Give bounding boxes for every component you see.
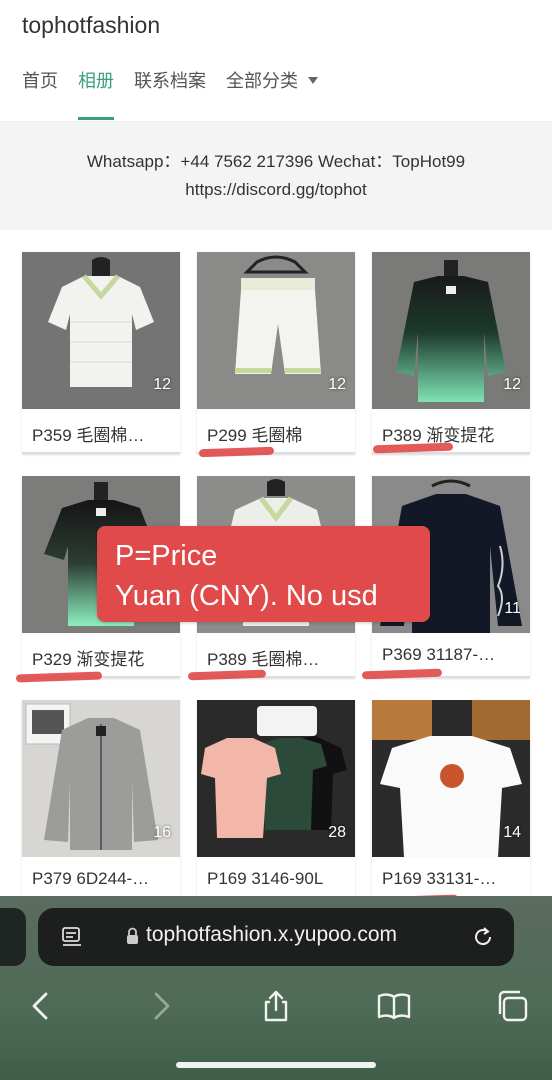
tabs-icon[interactable]	[494, 988, 530, 1024]
home-indicator[interactable]	[176, 1062, 376, 1068]
price-note-overlay: P=Price Yuan (CNY). No usd	[97, 526, 430, 622]
caret-down-icon	[308, 77, 318, 84]
contact-line-phone: Whatsapp：+44 7562 217396 Wechat：TopHot99	[86, 152, 466, 171]
album-caption: P359 毛圈棉…	[22, 409, 180, 454]
site-title[interactable]: tophotfashion	[22, 12, 160, 39]
contact-info: Whatsapp：+44 7562 217396 Wechat：TopHot99…	[0, 122, 552, 230]
album-thumbnail-gradient-shirt: 12	[372, 252, 530, 409]
album-photo-count: 12	[153, 376, 171, 393]
annotation-underline	[187, 669, 267, 681]
nav-bar: 首页 相册 联系档案 全部分类	[22, 66, 318, 120]
album-caption: P299 毛圈棉	[197, 409, 355, 454]
price-note-line2: Yuan (CNY). No usd	[115, 580, 378, 612]
album-card[interactable]: 12 P389 渐变提花	[372, 252, 530, 454]
reader-icon[interactable]	[60, 925, 84, 949]
album-thumbnail-grey-jacket: 16	[22, 700, 180, 857]
album-card[interactable]: 12 P359 毛圈棉…	[22, 252, 180, 454]
album-photo-count: 11	[504, 600, 521, 617]
album-thumbnail-white-tee: 14	[372, 700, 530, 857]
album-card[interactable]: 28 P169 3146-90L	[197, 700, 355, 902]
nav-item-categories[interactable]: 全部分类	[226, 66, 318, 120]
album-caption: P329 渐变提花	[22, 633, 180, 678]
album-photo-count: 14	[503, 824, 521, 841]
annotation-underline	[15, 671, 103, 683]
album-photo-count: 12	[328, 376, 346, 393]
browser-toolbar	[0, 980, 552, 1040]
album-card[interactable]: 12 P299 毛圈棉	[197, 252, 355, 454]
nav-item-contact[interactable]: 联系档案	[134, 66, 206, 120]
contact-line-discord[interactable]: https://discord.gg/tophot	[0, 176, 552, 204]
album-photo-count: 12	[503, 376, 521, 393]
url-text[interactable]: tophotfashion.x.yupoo.com	[146, 923, 397, 947]
address-bar[interactable]: tophotfashion.x.yupoo.com	[38, 908, 514, 966]
price-note-line1: P=Price	[115, 540, 218, 572]
album-card[interactable]: 14 P169 33131-…	[372, 700, 530, 902]
site-header: tophotfashion 首页 相册 联系档案 全部分类	[0, 0, 552, 122]
album-thumbnail-shorts-white: 12	[197, 252, 355, 409]
bookmarks-icon[interactable]	[376, 988, 412, 1024]
reload-icon[interactable]	[470, 924, 496, 950]
annotation-underline	[198, 446, 275, 458]
browser-chrome: tophotfashion.x.yupoo.com	[0, 896, 552, 1080]
album-thumbnail-dior-tees: 28	[197, 700, 355, 857]
album-card[interactable]: 16 P379 6D244-…	[22, 700, 180, 902]
forward-icon[interactable]	[142, 988, 178, 1024]
nav-item-categories-label: 全部分类	[226, 71, 298, 91]
share-icon[interactable]	[258, 988, 294, 1024]
previous-tab-edge[interactable]	[0, 908, 26, 966]
nav-item-albums[interactable]: 相册	[78, 66, 114, 120]
album-thumbnail-polo-white: 12	[22, 252, 180, 409]
nav-item-home[interactable]: 首页	[22, 66, 58, 120]
back-icon[interactable]	[24, 988, 60, 1024]
album-photo-count: 16	[153, 824, 171, 841]
lock-icon	[127, 927, 138, 944]
album-photo-count: 28	[328, 824, 346, 841]
